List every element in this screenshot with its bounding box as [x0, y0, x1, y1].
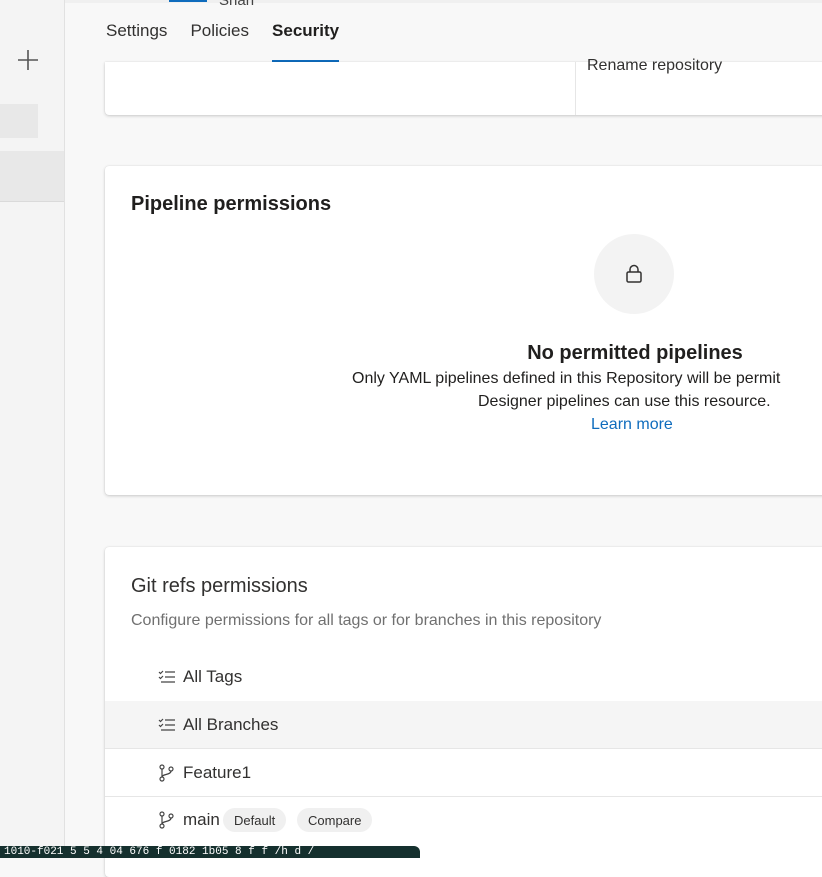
rename-repository-label[interactable]: Rename repository	[587, 57, 722, 75]
lock-icon-container	[594, 234, 674, 314]
ref-row-feature1[interactable]: Feature1	[105, 749, 822, 797]
ref-row-label: All Branches	[183, 715, 279, 734]
tab-policies[interactable]: Policies	[190, 0, 249, 62]
rail-item-selected[interactable]	[0, 151, 64, 202]
tabs: Settings Policies Security	[106, 0, 362, 62]
ref-row-label: main	[183, 810, 220, 829]
git-refs-title: Git refs permissions	[131, 575, 308, 597]
default-badge: Default	[223, 808, 287, 832]
left-rail	[0, 0, 65, 856]
tab-security[interactable]: Security	[272, 0, 340, 62]
git-refs-subtitle: Configure permissions for all tags or fo…	[131, 612, 602, 629]
lock-icon	[626, 264, 642, 283]
compare-button[interactable]: Compare	[297, 808, 373, 832]
empty-state-description-line1: Only YAML pipelines defined in this Repo…	[352, 370, 781, 387]
ref-row-all-tags[interactable]: All Tags	[105, 653, 822, 701]
pipeline-permissions-card: Pipeline permissions No permitted pipeli…	[105, 166, 822, 495]
ref-row-main[interactable]: main Default Compare	[105, 796, 822, 844]
empty-state-title: No permitted pipelines	[527, 342, 743, 364]
rail-item[interactable]	[0, 104, 38, 138]
ref-row-label: All Tags	[183, 667, 243, 686]
branch-icon	[157, 810, 177, 830]
top-tab-bar: Shan Settings Policies Security	[65, 0, 822, 62]
tab-settings[interactable]: Settings	[106, 0, 167, 62]
branch-icon	[157, 763, 177, 783]
learn-more-link[interactable]: Learn more	[591, 416, 673, 434]
add-icon[interactable]	[14, 46, 42, 74]
ref-row-all-branches[interactable]: All Branches	[105, 701, 822, 749]
pipeline-permissions-title: Pipeline permissions	[131, 193, 332, 215]
git-refs-permissions-card: Git refs permissions Configure permissio…	[105, 547, 822, 877]
status-url-bar: 1010-f021 5 5 4 04 676 f 0182 1b05 8 f f…	[0, 846, 420, 858]
checklist-icon	[157, 667, 177, 687]
empty-state-description-line2: Designer pipelines can use this resource…	[478, 393, 771, 410]
repository-settings-card: Rename repository	[105, 57, 822, 115]
card-divider	[575, 62, 576, 115]
ref-row-label: Feature1	[183, 763, 252, 782]
checklist-icon	[157, 715, 177, 735]
